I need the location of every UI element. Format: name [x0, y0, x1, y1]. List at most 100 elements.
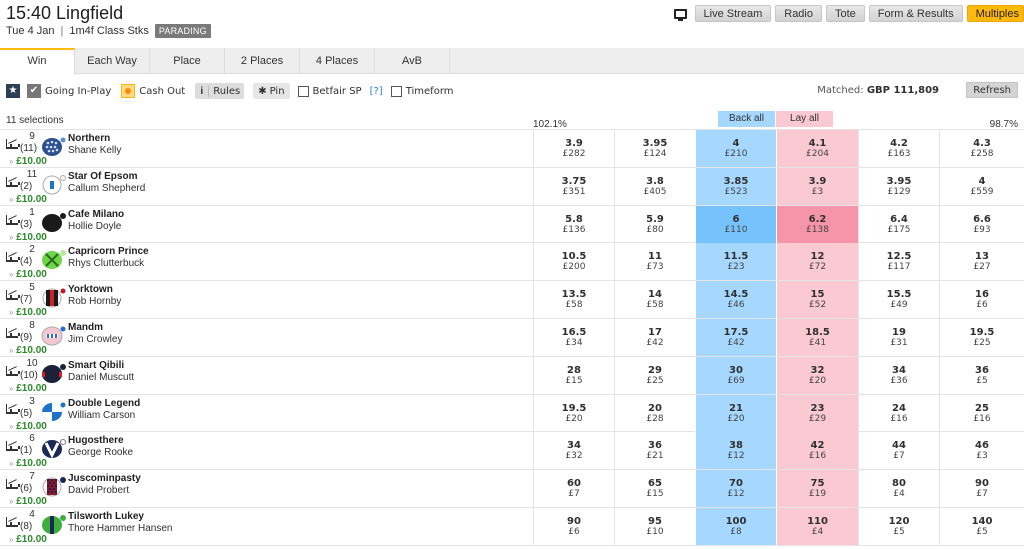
lay-3-cell[interactable]: 13 £27 — [939, 243, 1024, 281]
tab-win[interactable]: Win — [0, 48, 75, 75]
chart-icon[interactable] — [6, 214, 20, 225]
back-3-cell[interactable]: 10.5 £200 — [533, 243, 614, 281]
lay-all-button[interactable]: Lay all — [776, 111, 833, 127]
back-2-cell[interactable]: 14 £58 — [614, 281, 695, 319]
runner-name[interactable]: Yorktown — [68, 284, 113, 295]
timeform-checkbox[interactable] — [390, 85, 402, 97]
live-stream-button[interactable]: Live Stream — [694, 5, 772, 22]
lay-2-cell[interactable]: 15.5 £49 — [858, 281, 939, 319]
runner-name[interactable]: Hugosthere — [68, 435, 124, 446]
lay-3-cell[interactable]: 36 £5 — [939, 356, 1024, 394]
best-back-cell[interactable]: 6 £110 — [695, 205, 776, 243]
lay-2-cell[interactable]: 80 £4 — [858, 470, 939, 508]
best-lay-cell[interactable]: 3.9 £3 — [776, 167, 858, 205]
back-3-cell[interactable]: 19.5 £20 — [533, 394, 614, 432]
radio-button[interactable]: Radio — [775, 5, 822, 22]
multiples-button[interactable]: Multiples — [966, 5, 1024, 22]
best-back-cell[interactable]: 14.5 £46 — [695, 281, 776, 319]
lay-2-cell[interactable]: 12.5 £117 — [858, 243, 939, 281]
chart-icon[interactable] — [6, 441, 20, 452]
best-back-cell[interactable]: 17.5 £42 — [695, 318, 776, 356]
best-lay-cell[interactable]: 23 £29 — [776, 394, 858, 432]
tab-avb[interactable]: AvB — [375, 48, 450, 74]
chart-icon[interactable] — [6, 327, 20, 338]
lay-2-cell[interactable]: 44 £7 — [858, 432, 939, 470]
chart-icon[interactable] — [6, 516, 20, 527]
lay-3-cell[interactable]: 4.3 £258 — [939, 130, 1024, 167]
lay-3-cell[interactable]: 90 £7 — [939, 470, 1024, 508]
chart-icon[interactable] — [6, 139, 20, 149]
best-lay-cell[interactable]: 42 £16 — [776, 432, 858, 470]
lay-3-cell[interactable]: 16 £6 — [939, 281, 1024, 319]
best-lay-cell[interactable]: 75 £19 — [776, 470, 858, 508]
lay-3-cell[interactable]: 19.5 £25 — [939, 318, 1024, 356]
lay-3-cell[interactable]: 4 £559 — [939, 167, 1024, 205]
back-3-cell[interactable]: 3.9 £282 — [533, 130, 614, 167]
back-3-cell[interactable]: 60 £7 — [533, 470, 614, 508]
refresh-button[interactable]: Refresh — [966, 82, 1018, 98]
chart-icon[interactable] — [6, 290, 20, 301]
back-2-cell[interactable]: 29 £25 — [614, 356, 695, 394]
runner-name[interactable]: Star Of Epsom — [68, 171, 137, 182]
chart-icon[interactable] — [6, 252, 20, 263]
best-back-cell[interactable]: 30 £69 — [695, 356, 776, 394]
best-back-cell[interactable]: 70 £12 — [695, 470, 776, 508]
best-back-cell[interactable]: 3.85 £523 — [695, 167, 776, 205]
best-lay-cell[interactable]: 12 £72 — [776, 243, 858, 281]
back-2-cell[interactable]: 36 £21 — [614, 432, 695, 470]
back-3-cell[interactable]: 90 £6 — [533, 507, 614, 545]
tab-2-places[interactable]: 2 Places — [225, 48, 300, 74]
lay-3-cell[interactable]: 6.6 £93 — [939, 205, 1024, 243]
back-3-cell[interactable]: 34 £32 — [533, 432, 614, 470]
tab-place[interactable]: Place — [150, 48, 225, 74]
runner-name[interactable]: Cafe Milano — [68, 209, 124, 220]
lay-3-cell[interactable]: 46 £3 — [939, 432, 1024, 470]
lay-2-cell[interactable]: 19 £31 — [858, 318, 939, 356]
pin-button[interactable]: ✱ Pin — [253, 83, 290, 99]
back-2-cell[interactable]: 65 £15 — [614, 470, 695, 508]
best-back-cell[interactable]: 38 £12 — [695, 432, 776, 470]
best-lay-cell[interactable]: 4.1 £204 — [776, 130, 858, 167]
back-3-cell[interactable]: 28 £15 — [533, 356, 614, 394]
chart-icon[interactable] — [6, 365, 20, 376]
form-results-button[interactable]: Form & Results — [868, 5, 963, 22]
runner-name[interactable]: Juscominpasty — [68, 473, 141, 484]
lay-2-cell[interactable]: 24 £16 — [858, 394, 939, 432]
runner-name[interactable]: Capricorn Prince — [68, 246, 149, 257]
betfair-sp-checkbox[interactable] — [297, 85, 309, 97]
runner-name[interactable]: Double Legend — [68, 398, 140, 409]
lay-2-cell[interactable]: 4.2 £163 — [858, 130, 939, 167]
best-back-cell[interactable]: 100 £8 — [695, 507, 776, 545]
best-lay-cell[interactable]: 6.2 £138 — [776, 205, 858, 243]
runner-name[interactable]: Northern — [68, 133, 110, 144]
lay-2-cell[interactable]: 6.4 £175 — [858, 205, 939, 243]
lay-3-cell[interactable]: 140 £5 — [939, 507, 1024, 545]
back-2-cell[interactable]: 3.95 £124 — [614, 130, 695, 167]
lay-2-cell[interactable]: 3.95 £129 — [858, 167, 939, 205]
runner-name[interactable]: Tilsworth Lukey — [68, 511, 144, 522]
chart-icon[interactable] — [6, 176, 20, 187]
help-link[interactable]: [?] — [370, 86, 383, 97]
tab-each-way[interactable]: Each Way — [75, 48, 150, 74]
lay-2-cell[interactable]: 120 £5 — [858, 507, 939, 545]
best-back-cell[interactable]: 4 £210 — [695, 130, 776, 167]
lay-3-cell[interactable]: 25 £16 — [939, 394, 1024, 432]
back-2-cell[interactable]: 95 £10 — [614, 507, 695, 545]
best-back-cell[interactable]: 11.5 £23 — [695, 243, 776, 281]
lay-2-cell[interactable]: 34 £36 — [858, 356, 939, 394]
back-3-cell[interactable]: 16.5 £34 — [533, 318, 614, 356]
back-2-cell[interactable]: 17 £42 — [614, 318, 695, 356]
chart-icon[interactable] — [6, 479, 20, 490]
tote-button[interactable]: Tote — [826, 5, 865, 22]
best-lay-cell[interactable]: 18.5 £41 — [776, 318, 858, 356]
best-lay-cell[interactable]: 32 £20 — [776, 356, 858, 394]
best-lay-cell[interactable]: 110 £4 — [776, 507, 858, 545]
rules-button[interactable]: i Rules — [195, 83, 245, 99]
back-all-button[interactable]: Back all — [718, 111, 775, 127]
chart-icon[interactable] — [6, 403, 20, 414]
back-2-cell[interactable]: 11 £73 — [614, 243, 695, 281]
back-2-cell[interactable]: 20 £28 — [614, 394, 695, 432]
back-2-cell[interactable]: 3.8 £405 — [614, 167, 695, 205]
tv-icon[interactable] — [673, 8, 687, 21]
best-lay-cell[interactable]: 15 £52 — [776, 281, 858, 319]
